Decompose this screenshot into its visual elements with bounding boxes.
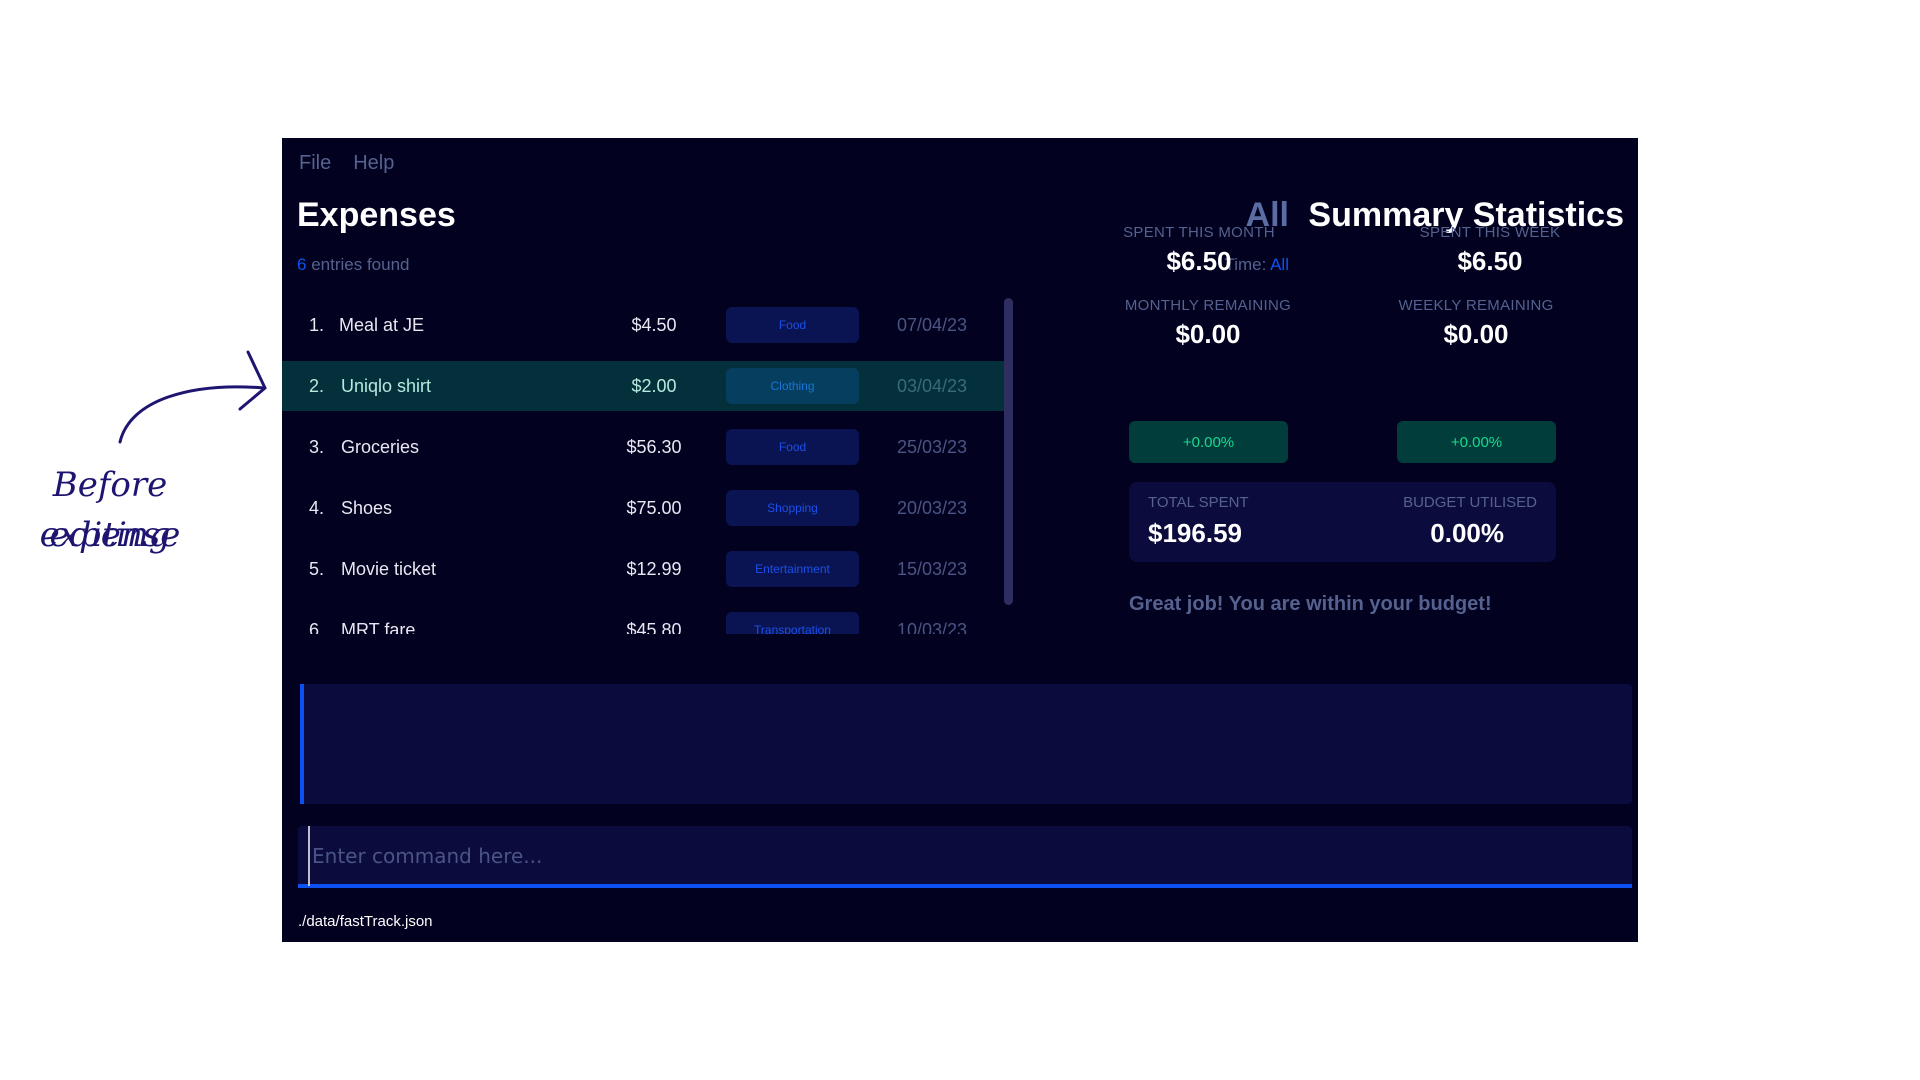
category-badge: Clothing	[726, 368, 859, 404]
menu-bar: File Help	[299, 152, 394, 175]
expense-row[interactable]: 3. Groceries $56.30 Food 25/03/23	[282, 422, 1004, 472]
expenses-title: Expenses	[297, 196, 456, 234]
expense-amount: $12.99	[626, 558, 682, 579]
monthly-change-pill: +0.00%	[1129, 421, 1288, 463]
expense-row[interactable]: 1. Meal at JE $4.50 Food 07/04/23	[282, 300, 1004, 350]
expense-index: 5.	[309, 558, 325, 579]
category-badge: Transportation	[726, 612, 859, 634]
expense-amount: $2.00	[631, 375, 677, 396]
expense-date: 25/03/23	[896, 436, 968, 457]
expense-row[interactable]: 5. Movie ticket $12.99 Entertainment 15/…	[282, 544, 1004, 594]
entries-count: 6 entries found	[297, 255, 409, 275]
stat-value: $0.00	[1443, 319, 1509, 349]
total-spent-label: TOTAL SPENT	[1148, 494, 1249, 511]
command-input[interactable]	[308, 826, 1614, 886]
stat-label: WEEKLY REMAINING	[1398, 297, 1554, 314]
expense-date: 20/03/23	[896, 497, 968, 518]
expense-amount: $4.50	[631, 314, 677, 335]
category-badge: Entertainment	[726, 551, 859, 587]
category-badge: Food	[726, 429, 859, 465]
app-window: File Help Expenses All 6 entries found T…	[282, 138, 1638, 942]
status-bar-file-path: ./data/fastTrack.json	[298, 913, 433, 930]
stat-value: $6.50	[1166, 246, 1232, 276]
command-box	[298, 826, 1632, 888]
weekly-change-pill: +0.00%	[1397, 421, 1556, 463]
result-display	[300, 684, 1632, 804]
stat-label: SPENT THIS MONTH	[1123, 224, 1275, 241]
budget-utilised-value: 0.00%	[1430, 518, 1504, 548]
expense-description: Uniqlo shirt	[341, 375, 432, 396]
entries-count-suffix: entries found	[306, 255, 410, 274]
expense-description: MRT fare	[341, 619, 416, 635]
budget-utilised-label: BUDGET UTILISED	[1403, 494, 1537, 511]
expense-index: 4.	[309, 497, 325, 518]
expense-row[interactable]: 6. MRT fare $45.80 Transportation 10/03/…	[282, 605, 1004, 634]
expense-amount: $56.30	[626, 436, 682, 457]
expense-index: 1.	[309, 314, 325, 335]
expense-amount: $75.00	[626, 497, 682, 518]
expense-date: 15/03/23	[896, 558, 968, 579]
stat-value: $6.50	[1457, 246, 1523, 276]
stat-monthly-remaining: MONTHLY REMAINING $0.00	[1108, 297, 1308, 350]
expense-date: 10/03/23	[896, 619, 968, 635]
expense-description: Groceries	[341, 436, 420, 457]
stat-weekly-remaining: WEEKLY REMAINING $0.00	[1376, 297, 1576, 350]
expense-date: 07/04/23	[896, 314, 968, 335]
budget-message: Great job! You are within your budget!	[1129, 593, 1492, 615]
category-badge: Food	[726, 307, 859, 343]
category-badge: Shopping	[726, 490, 859, 526]
expense-description: Movie ticket	[341, 558, 437, 579]
expense-row[interactable]: 4. Shoes $75.00 Shopping 20/03/23	[282, 483, 1004, 533]
menu-file[interactable]: File	[299, 152, 331, 175]
expense-list-scrollbar[interactable]	[1004, 298, 1013, 605]
stat-spent-month: SPENT THIS MONTH $6.50	[1099, 224, 1299, 277]
total-spent-value: $196.59	[1148, 518, 1242, 548]
annotation-text: expense	[39, 515, 181, 555]
expense-description: Shoes	[341, 497, 393, 518]
stat-value: $0.00	[1175, 319, 1241, 349]
stat-label: SPENT THIS WEEK	[1419, 224, 1561, 241]
stat-spent-week: SPENT THIS WEEK $6.50	[1390, 224, 1590, 277]
expense-index: 6.	[309, 619, 325, 635]
expense-description: Meal at JE	[339, 314, 425, 335]
expense-date: 03/04/23	[896, 375, 968, 396]
stat-label: MONTHLY REMAINING	[1124, 297, 1292, 314]
expense-row[interactable]: 2. Uniqlo shirt $2.00 Clothing 03/04/23	[282, 361, 1004, 411]
expense-index: 3.	[309, 436, 325, 457]
expense-index: 2.	[309, 375, 325, 396]
menu-help[interactable]: Help	[353, 152, 394, 175]
expense-list: 1. Meal at JE $4.50 Food 07/04/23 2. Uni…	[282, 290, 1004, 634]
expense-amount: $45.80	[626, 619, 682, 635]
total-spent-card: TOTAL SPENT $196.59 BUDGET UTILISED 0.00…	[1129, 482, 1556, 562]
annotation: Before editing expense	[0, 340, 290, 580]
